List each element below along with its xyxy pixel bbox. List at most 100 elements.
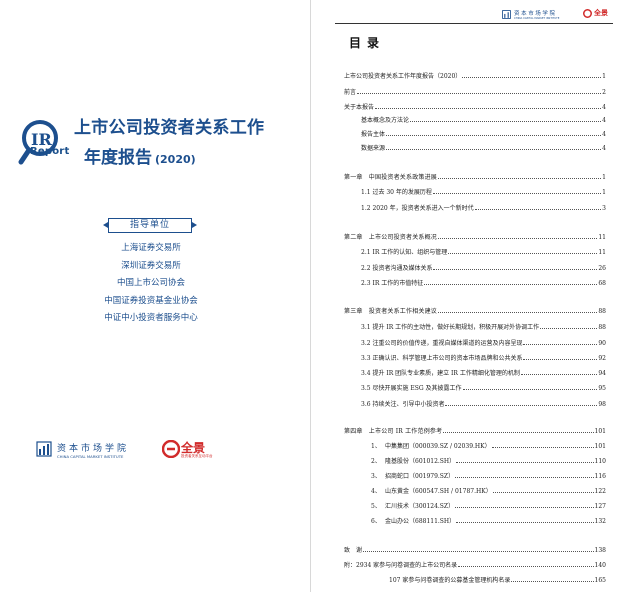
toc-leader-dots (386, 135, 602, 136)
toc-entry[interactable]: 1.2 2020 年，投资者关系进入一个新时代 3 (361, 201, 606, 212)
toc-page-number: 140 (594, 562, 606, 569)
guide-unit: 深圳证券交易所 (121, 260, 181, 271)
toc-entry-label: 基本概念及方法论 (361, 117, 410, 124)
toc-page-number: 90 (598, 340, 606, 347)
toc-entry[interactable]: 2、 隆基股份（601012.SH） 110 (371, 454, 606, 465)
toc-entry[interactable]: 3.6 持续关注、引导中小投资者 98 (361, 397, 606, 408)
toc-case-number: 1、 (371, 443, 381, 450)
toc-leader-dots (520, 374, 598, 375)
toc-page-number: 26 (598, 265, 606, 272)
toc-entry-label: 3.5 尽快开展实施 ESG 及其披露工作 (361, 385, 462, 392)
toc-entry[interactable]: 3.4 提升 IR 团队专业素质，建立 IR 工作精细化管理的机制 94 (361, 366, 606, 377)
toc-chapter-entry[interactable]: 第二章 上市公司投资者关系概况 11 (344, 230, 606, 241)
toc-entry-label: 前言 (344, 89, 357, 96)
toc-leader-dots (445, 405, 598, 406)
toc-entry[interactable]: 前言 2 (344, 85, 606, 96)
toc-page-number: 98 (598, 401, 606, 408)
toc-entry[interactable]: 2.1 IR 工作的认知、组织与管理 11 (361, 245, 606, 256)
toc-case-name: 招商蛇口（001979.SZ） (385, 473, 455, 480)
toc-page-number: 68 (598, 280, 606, 287)
guide-unit: 中国上市公司协会 (116, 278, 185, 288)
report-word: Report (30, 146, 70, 157)
toc-leader-dots (511, 581, 594, 582)
toc-leader-dots (492, 492, 594, 493)
toc-entry[interactable]: 基本概念及方法论 4 (361, 113, 606, 124)
toc-case-name: 中集集团（000039.SZ / 02039.HK） (385, 443, 491, 450)
toc-entry-label: 2.1 IR 工作的认知、组织与管理 (361, 249, 448, 256)
toc-entry[interactable]: 1.1 过去 30 年的发展历程 1 (361, 185, 606, 196)
toc-leader-dots (433, 269, 598, 270)
toc-entry[interactable]: 3.2 注重公司的价值传递，重视自媒体渠道的运营及内容呈现 90 (361, 336, 606, 347)
toc-chapter-entry[interactable]: 第三章 投资者关系工作相关建议 88 (344, 304, 606, 315)
toc-leader-dots (455, 477, 594, 478)
toc-leader-dots (448, 253, 598, 254)
toc-entry[interactable]: 关于本报告 4 (344, 100, 606, 111)
toc-entry[interactable]: 3.3 正确认识、科学管理上市公司的资本市场品牌和公共关系 92 (361, 351, 606, 362)
toc-page-number: 4 (602, 117, 606, 124)
toc-entry[interactable]: 报告主体 4 (361, 127, 606, 138)
toc-leader-dots (375, 108, 602, 109)
toc-page-number: 165 (594, 577, 606, 584)
toc-case-number: 2、 (371, 458, 381, 465)
toc-entry-label: 第三章 投资者关系工作相关建议 (344, 308, 438, 315)
toc-entry[interactable]: 4、 山东黄金（600547.SH / 01787.HK） 122 (371, 484, 606, 495)
header-publisher-en: CHINA CAPITAL MARKET INSTITUTE (514, 17, 560, 20)
toc-case-name: 山东黄金（600547.SH / 01787.HK） (385, 488, 492, 495)
toc-entry[interactable]: 5、 汇川技术（300124.SZ） 127 (371, 499, 606, 510)
publisher-name-cn: 资本市场学院 (57, 444, 130, 454)
toc-entry[interactable]: 2.2 投资者沟通及媒体关系 26 (361, 261, 606, 272)
toc-case-name: 汇川技术（300124.SZ） (385, 503, 455, 510)
toc-leader-dots (474, 209, 602, 210)
toc-case-name: 金山办公（688111.SH） (385, 518, 456, 525)
toc-entry-label: 1.1 过去 30 年的发展历程 (361, 189, 432, 196)
toc-entry-label: 报告主体 (361, 131, 386, 138)
cmi-logo-icon (36, 441, 52, 457)
toc-page-number: 11 (598, 249, 606, 256)
toc-page-number: 94 (598, 370, 606, 377)
toc-entry-label: 3.4 提升 IR 团队专业素质，建立 IR 工作精细化管理的机制 (361, 370, 520, 377)
guide-unit: 中国证券投资基金业协会 (104, 295, 198, 306)
toc-entry[interactable]: 数据来源 4 (361, 141, 606, 152)
toc-leader-dots (491, 447, 594, 448)
toc-leader-dots (357, 93, 602, 94)
toc-entry[interactable]: 107 家参与问卷调查的公募基金管理机构名录 165 (389, 573, 606, 584)
toc-entry[interactable]: 2.3 IR 工作的市值特征 68 (361, 276, 606, 287)
toc-entry[interactable]: 1、 中集集团（000039.SZ / 02039.HK） 101 (371, 439, 606, 450)
toc-entry[interactable]: 6、 金山办公（688111.SH） 132 (371, 514, 606, 525)
toc-leader-dots (523, 359, 598, 360)
toc-page-number: 3 (602, 205, 606, 212)
toc-entry[interactable]: 附：2934 家参与问卷调查的上市公司名录 140 (344, 558, 606, 569)
toc-entry[interactable]: 3.5 尽快开展实施 ESG 及其披露工作 95 (361, 381, 606, 392)
toc-page-number: 4 (602, 104, 606, 111)
toc-page-number: 127 (594, 503, 606, 510)
toc-entry-label: 3.6 持续关注、引导中小投资者 (361, 401, 445, 408)
ir-magnifier-logo-icon: IR (18, 120, 58, 165)
toc-page-number: 132 (594, 518, 606, 525)
toc-chapter-entry[interactable]: 第四章 上市公司 IR 工作范例参考 101 (344, 424, 606, 435)
toc-leader-dots (540, 328, 598, 329)
guide-units-label: 指导单位 (103, 218, 197, 233)
toc-leader-dots (410, 121, 602, 122)
header-publisher-cn: 资本市场学院 (514, 11, 557, 17)
toc-leader-dots (443, 432, 594, 433)
cover-title-line2: 年度报告 (2020) (84, 143, 196, 168)
toc-page-number: 11 (598, 234, 606, 241)
toc-entry[interactable]: 致 谢 138 (344, 543, 606, 554)
toc-entry-label: 第一章 中国投资者关系政策进展 (344, 174, 438, 181)
header-cmi-logo-icon (502, 10, 511, 19)
toc-entry[interactable]: 3.1 提升 IR 工作的主动性，做好长期规划，积极开展对外协调工作 88 (361, 320, 606, 331)
toc-entry[interactable]: 上市公司投资者关系工作年度报告（2020） 1 (344, 69, 606, 80)
toc-page-number: 116 (594, 473, 606, 480)
toc-leader-dots (458, 566, 594, 567)
toc-page-number: 2 (602, 89, 606, 96)
publisher-name-en: CHINA CAPITAL MARKET INSTITUTE (57, 454, 124, 459)
toc-leader-dots (386, 149, 602, 150)
toc-page-number: 1 (602, 174, 606, 181)
toc-chapter-entry[interactable]: 第一章 中国投资者关系政策进展 1 (344, 170, 606, 181)
toc-page-number: 88 (598, 324, 606, 331)
cover-year: (2020) (155, 153, 196, 166)
toc-leader-dots (455, 507, 594, 508)
toc-entry-label: 3.1 提升 IR 工作的主动性，做好长期规划，积极开展对外协调工作 (361, 324, 540, 331)
toc-leader-dots (438, 178, 602, 179)
toc-entry[interactable]: 3、 招商蛇口（001979.SZ） 116 (371, 469, 606, 480)
